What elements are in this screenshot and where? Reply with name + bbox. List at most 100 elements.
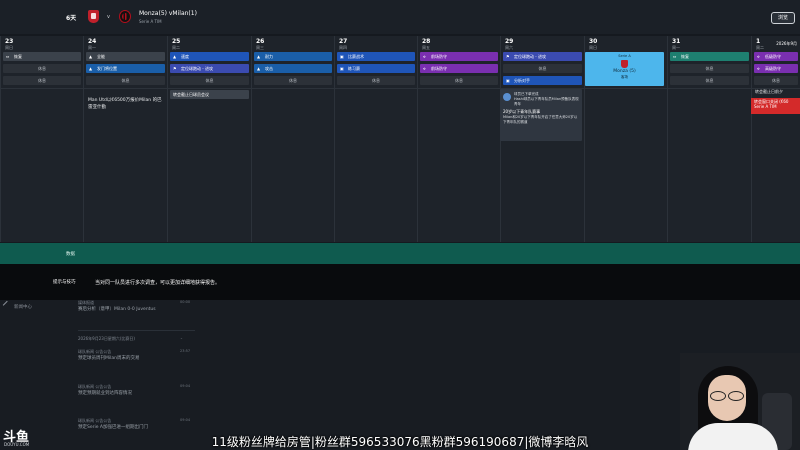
- news-time: 00:00: [180, 300, 191, 304]
- recovery-icon: ⇔: [673, 54, 677, 59]
- training-session[interactable]: ▣ 分析对手: [503, 76, 582, 85]
- news-item[interactable]: 球队新闻 公告公告 预定预期就业到达阵容情况: [78, 384, 132, 396]
- training-session[interactable]: ⟡ 低级防守: [754, 52, 798, 61]
- rest-session[interactable]: 休息: [337, 76, 415, 85]
- day-number: 23: [5, 38, 14, 45]
- days-until-match: 6天: [66, 15, 77, 22]
- match-competition: Serie A: [618, 54, 631, 58]
- training-session[interactable]: ⟡ 前场防守: [420, 52, 498, 61]
- news-center-label[interactable]: 新闻中心: [14, 304, 32, 310]
- calendar-day[interactable]: 31 周一 ⇔ 恢复 休息 休息: [667, 36, 751, 242]
- rest-session[interactable]: 休息: [86, 76, 165, 85]
- training-calendar: 23 周日 ⇔ 恢复 休息 休息 24 周一 ▲ 全能 ▲ 发门将位置 休息 Man Ut…: [0, 36, 800, 242]
- rest-session[interactable]: 休息: [254, 76, 332, 85]
- training-session[interactable]: ▲ 发门将位置: [86, 64, 165, 73]
- chevron-down-icon[interactable]: ⌄: [180, 336, 183, 340]
- training-session[interactable]: ⚑ 定位球跑动 - 进攻: [503, 52, 582, 61]
- youth-event-card[interactable]: 球员已下单完成 Hashi球员以下青年队员Milan预备队表现 青年 20岁以下…: [500, 89, 582, 141]
- day-number: 29: [505, 38, 514, 45]
- transfer-window-alert[interactable]: 转会窗口关闭 (€60 Serie A TIM: [751, 98, 800, 114]
- calendar-day[interactable]: 1 周二 2026年9月 ⟡ 低级防守 ⟡ 高级防守 休息: [751, 36, 800, 242]
- day-name: 周二: [172, 45, 180, 50]
- month-label: 2026年9月: [776, 41, 797, 46]
- rest-session[interactable]: 休息: [670, 64, 749, 73]
- triangle-icon: ▲: [257, 66, 261, 71]
- news-item[interactable]: 媒体报道 赛后分析（意甲）Milan 0-0 Juventus: [78, 300, 156, 312]
- glasses-icon: [710, 391, 744, 401]
- data-bar[interactable]: 数据: [0, 243, 800, 264]
- training-session[interactable]: ▣ 比赛战术: [337, 52, 415, 61]
- match-venue: 客场: [621, 75, 628, 79]
- day-name: 周四: [339, 45, 347, 50]
- recovery-icon: ⇔: [6, 54, 10, 59]
- divider: [335, 88, 417, 89]
- day-number: 26: [256, 38, 265, 45]
- calendar-day[interactable]: 27 周四 ▣ 比赛战术 ▣ 练习赛 休息: [334, 36, 417, 242]
- rest-session[interactable]: 休息: [170, 76, 249, 85]
- monza-crest-icon: [88, 10, 99, 23]
- triangle-icon: ▲: [173, 54, 177, 59]
- calendar-day[interactable]: 28 周五 ⟡ 前场防守 ⟡ 前场防守 休息: [417, 36, 500, 242]
- training-session[interactable]: ⇔ 恢复: [670, 52, 749, 61]
- news-date-header: 2026年9月23日星期六(比赛日): [78, 336, 135, 341]
- day-name: 周一: [672, 45, 680, 50]
- training-session[interactable]: ▣ 练习赛: [337, 64, 415, 73]
- calendar-day[interactable]: 23 周日 ⇔ 恢复 休息 休息: [0, 36, 83, 242]
- day-number: 31: [672, 38, 681, 45]
- training-session[interactable]: ▲ 全能: [86, 52, 165, 61]
- board-icon: ▣: [340, 66, 344, 71]
- divider: [668, 88, 751, 89]
- board-icon: ▣: [340, 54, 344, 59]
- calendar-day[interactable]: 24 周一 ▲ 全能 ▲ 发门将位置 休息 Man Utd以€6500万报价Milan…: [83, 36, 167, 242]
- divider: [1, 88, 83, 89]
- training-session[interactable]: ⟡ 高级防守: [754, 64, 798, 73]
- calendar-day[interactable]: 26 周三 ▲ 耐力 ▲ 攻击 休息: [251, 36, 334, 242]
- match-day-card[interactable]: Serie A Monza (5) 客场: [585, 52, 664, 86]
- training-session[interactable]: ▲ 攻击: [254, 64, 332, 73]
- newspaper-icon: [2, 300, 12, 310]
- triangle-icon: ▲: [257, 54, 261, 59]
- calendar-day[interactable]: 25 周二 ▲ 速度 ⚑ 定位球跑动 - 进攻 休息 转会截止日球员会议: [167, 36, 251, 242]
- training-session[interactable]: ▲ 耐力: [254, 52, 332, 61]
- news-time: 09:04: [180, 418, 191, 422]
- monza-crest-icon: [621, 60, 628, 68]
- board-icon: ▣: [506, 78, 510, 83]
- stream-caption: 11级粉丝牌给房管|粉丝群596533076黑粉群596190687|微博李晗风: [211, 435, 589, 449]
- event-line: Hashi球员以下青年队员Milan预备队表现: [514, 97, 579, 101]
- versus-label: v: [107, 14, 110, 20]
- news-note[interactable]: Man Utd以€6500万报价Milan 的巴雷亚什勤: [88, 98, 166, 111]
- day-number: 30: [589, 38, 598, 45]
- rest-session[interactable]: 休息: [3, 76, 81, 85]
- news-item[interactable]: 球队新闻 公告公告 预定球员周刊Milan周末的交易: [78, 349, 140, 361]
- rest-session[interactable]: 休息: [420, 76, 498, 85]
- defense-icon: ⟡: [757, 66, 760, 71]
- training-session[interactable]: ⇔ 恢复: [3, 52, 81, 61]
- day-name: 周二: [756, 45, 764, 50]
- rest-session[interactable]: 休息: [754, 76, 798, 85]
- defense-icon: ⟡: [423, 54, 426, 59]
- rest-session[interactable]: 休息: [670, 76, 749, 85]
- day-name: 周日: [5, 45, 13, 50]
- browse-button[interactable]: 浏览: [771, 12, 795, 24]
- training-session[interactable]: ⟡ 前场防守: [420, 64, 498, 73]
- triangle-icon: ▲: [89, 54, 93, 59]
- news-item[interactable]: 球队新闻 公告公告 预定Serie A加强巴进一组期出门门: [78, 418, 148, 430]
- set-piece-icon: ⚑: [506, 54, 510, 59]
- tips-bar: 提示与技巧 当对同一队员进行多次调查，可以更加详细地获得报告。: [0, 264, 800, 300]
- event-item[interactable]: 转会截止日球员会议: [170, 90, 249, 99]
- day-number: 28: [422, 38, 431, 45]
- event-line: 青年: [514, 102, 521, 106]
- rest-session[interactable]: 休息: [3, 64, 81, 73]
- divider: [84, 88, 167, 89]
- training-session[interactable]: ⚑ 定位球跑动 - 进攻: [170, 64, 249, 73]
- day-number: 27: [339, 38, 348, 45]
- player-icon: [503, 93, 511, 101]
- competition-name: Serie A TIM: [139, 19, 162, 24]
- news-time: 09:04: [180, 384, 191, 388]
- data-bar-label: 数据: [66, 252, 75, 257]
- match-title[interactable]: Monza(5) vMilan(1): [139, 10, 197, 17]
- rest-session[interactable]: 休息: [503, 64, 582, 73]
- training-session[interactable]: ▲ 速度: [170, 52, 249, 61]
- day-number: 25: [172, 38, 181, 45]
- divider: [585, 88, 667, 89]
